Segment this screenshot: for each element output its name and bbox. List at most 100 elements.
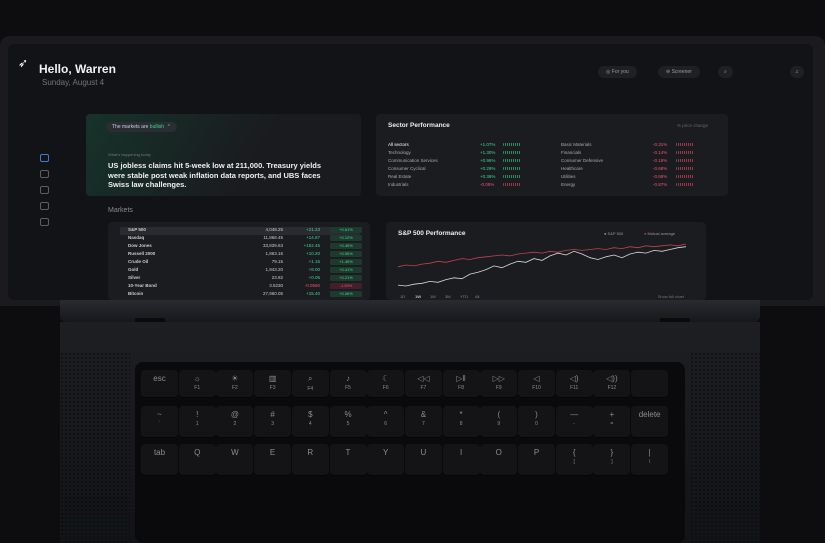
key-f9[interactable]: ▷▷ F9 [480,370,518,398]
key-6[interactable]: ^ 6 [367,406,405,438]
market-price: 1,863.16 [265,251,283,256]
key-f4[interactable]: ⌕ F4 [291,370,329,398]
range-tab-all[interactable]: All [475,294,479,299]
range-tab-ytd[interactable]: YTD [460,294,468,299]
key-i[interactable]: I [442,444,480,476]
market-percent-badge: +0.61% [330,227,362,233]
key--[interactable]: ~ ` [141,406,178,438]
key-symbol: @ [230,410,239,419]
key-q[interactable]: Q [178,444,216,476]
table-row[interactable]: Dow Jones 33,839.63 +152.45 +0.45% [120,243,362,251]
document-icon[interactable] [40,202,49,210]
key-0[interactable]: ) 0 [518,406,555,438]
key-4[interactable]: $4 [291,406,329,438]
market-name: S&P 500 [128,227,146,232]
key-p[interactable]: P [518,444,555,476]
laptop-hinge [60,300,760,322]
key-3[interactable]: #3 [254,406,292,438]
key-e[interactable]: E [254,444,292,476]
sector-row[interactable]: All sectors +1.07% [388,142,538,147]
key-label: 9 [497,421,501,427]
sector-row[interactable]: Financials -0.14% [561,150,711,155]
market-price: 4,048.25 [265,227,283,232]
sector-name: Consumer Defensive [561,158,604,163]
sector-period: % price change [676,123,708,128]
table-row[interactable]: Russell 2000 1,863.16 +10.20 +0.55% [120,251,362,259]
table-row[interactable]: Silver 23.82 +0.05 +0.21% [120,275,362,283]
key-f12[interactable]: ◁)) F12 [593,370,631,398]
key-label: F11 [570,385,579,391]
sector-bar [676,151,694,154]
notifications-button[interactable]: ♫ [790,66,804,78]
key-f5[interactable]: ♪ F5 [329,370,367,398]
key-f10[interactable]: ◁ F10 [518,370,555,398]
key-f2[interactable]: ☀ F2 [216,370,254,398]
key--[interactable]: {[ [555,444,593,476]
key-8[interactable]: * 8 [442,406,480,438]
key-u[interactable]: U [404,444,442,476]
key-f1[interactable]: ☼ F1 [178,370,216,398]
key-w[interactable]: W [216,444,254,476]
sector-row[interactable]: Consumer Cyclical +0.29% [388,166,538,171]
key-o[interactable]: O [480,444,518,476]
key-r[interactable]: R [291,444,329,476]
sector-name: Financials [561,150,582,155]
key-esc[interactable]: esc [141,370,178,398]
sector-row[interactable]: Basic Materials -0.31% [561,142,711,147]
chevron-icon: ⌃ [165,124,171,130]
table-row[interactable]: S&P 500 4,048.25 +21.23 +0.61% [120,227,362,235]
screener-button[interactable]: ⊜ Screener [658,66,700,78]
table-row[interactable]: Bitcoin 27,960.05 +15.40 +0.06% [120,291,362,299]
sector-row[interactable]: Technology +1.30% [388,150,538,155]
range-tab-1m[interactable]: 1M [430,294,436,299]
key--[interactable]: | \ [631,444,669,476]
key-symbol: & [420,410,427,419]
key-y[interactable]: Y [367,444,405,476]
range-tab-3m[interactable]: 3M [445,294,451,299]
key--[interactable]: — - [555,406,593,438]
table-row[interactable]: Gold 1,943.20 +8.00 +0.41% [120,267,362,275]
key--[interactable]: }] [593,444,631,476]
market-mood-tag[interactable]: The markets are bullish ⌃ [106,122,177,132]
range-tab-1w[interactable]: 1W [415,294,421,299]
key-f6[interactable]: ☾ F6 [367,370,405,398]
market-change: +0.05 [308,275,320,280]
sector-row[interactable]: Utilities -0.68% [561,174,711,179]
newsletter-label: What's happening today [108,152,151,157]
home-icon[interactable] [40,154,49,162]
key-t[interactable]: T [329,444,367,476]
key-5[interactable]: % 5 [329,406,367,438]
table-row[interactable]: Crude Oil 79.15 +1.15 +1.45% [120,259,362,267]
sector-row[interactable]: Consumer Defensive -0.18% [561,158,711,163]
key-blank[interactable] [631,370,669,398]
show-full-chart-link[interactable]: Show full chart [658,294,684,299]
grid-icon[interactable] [40,186,49,194]
sector-row[interactable]: Energy -0.87% [561,182,711,187]
market-name: 10-Year Bond [128,283,157,288]
key-9[interactable]: (9 [480,406,518,438]
market-change: +1.15 [308,259,320,264]
market-change: +21.23 [306,227,320,232]
for-you-button[interactable]: ◎ For you [598,66,637,78]
table-row[interactable]: Nasdaq 11,868.45 +14.87 +0.12% [120,235,362,243]
key-f8[interactable]: ▷‖ F8 [442,370,480,398]
key-f7[interactable]: ◁◁ F7 [404,370,442,398]
sector-row[interactable]: Healthcare -0.68% [561,166,711,171]
range-tab-1d[interactable]: 1D [400,294,405,299]
key-f11[interactable]: ◁) F11 [555,370,593,398]
table-row[interactable]: 10-Year Bond 3.5230 -0.0560 -1.59% [120,283,362,291]
markets-icon[interactable] [40,170,49,178]
key-delete[interactable]: delete [631,406,669,438]
sector-row[interactable]: Real Estate +0.36% [388,174,538,179]
settings-icon[interactable] [40,218,49,226]
app-logo-icon[interactable]: ➶ [18,56,32,70]
key-7[interactable]: & 7 [404,406,442,438]
key-2[interactable]: @2 [216,406,254,438]
sector-row[interactable]: Communication Services +0.96% [388,158,538,163]
key-tab[interactable]: tab [141,444,178,476]
key-f3[interactable]: ▥ F3 [254,370,292,398]
sector-row[interactable]: Industrials -0.05% [388,182,538,187]
key-1[interactable]: ! 1 [178,406,216,438]
search-button[interactable]: ⌕ [718,66,733,78]
key--[interactable]: + = [593,406,631,438]
